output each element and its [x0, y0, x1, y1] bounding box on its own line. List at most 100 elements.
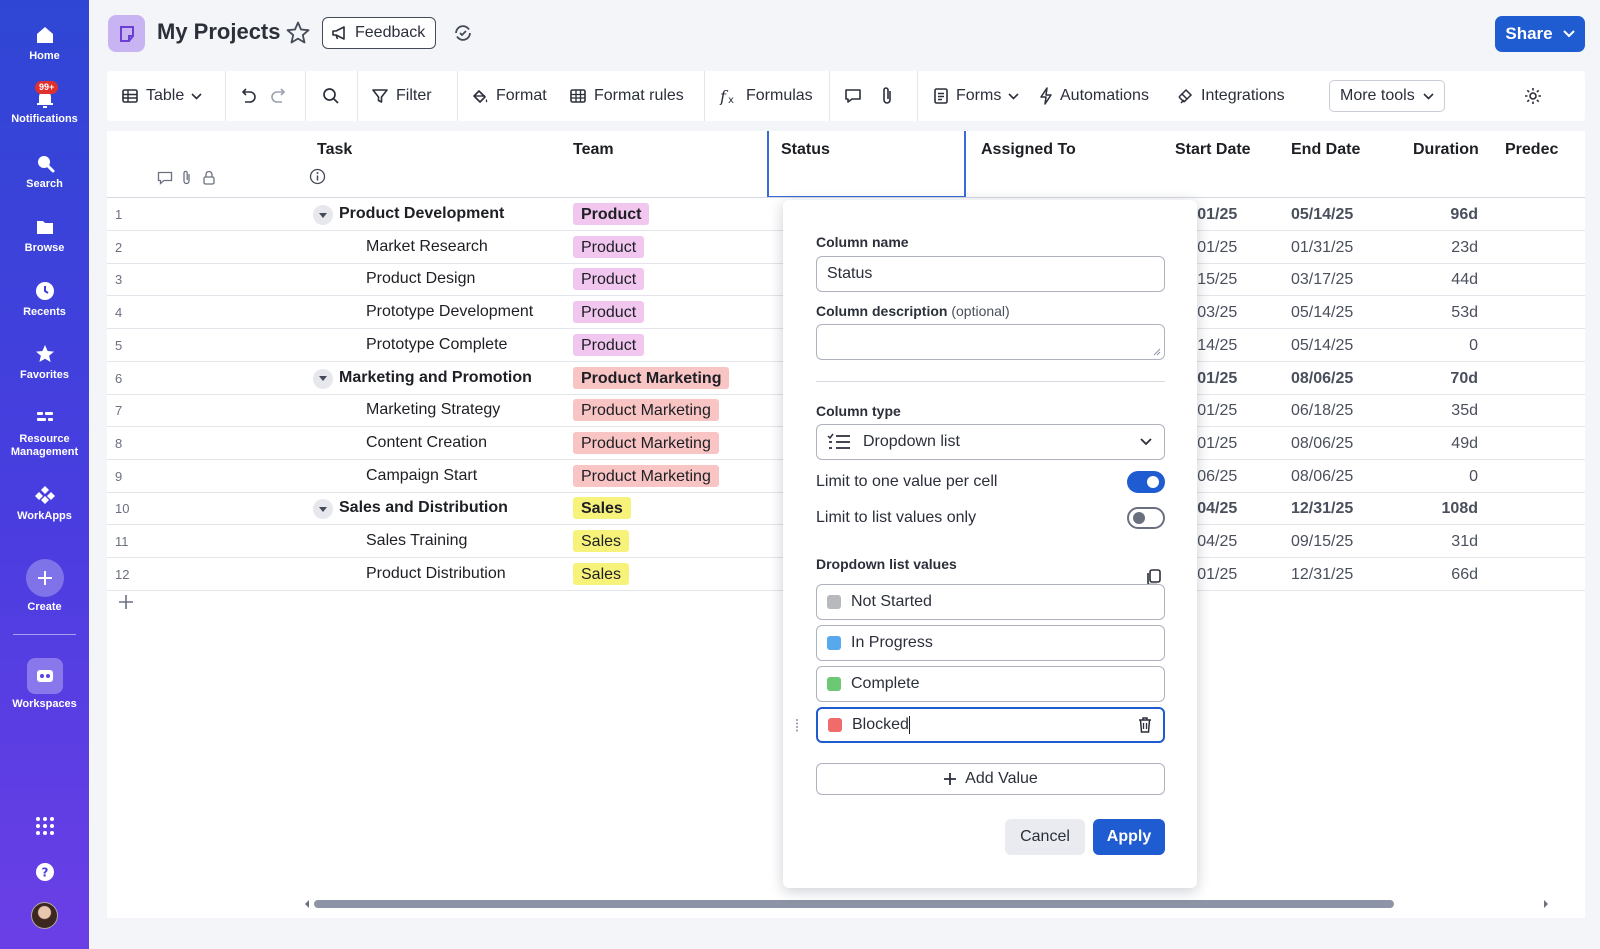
task-cell[interactable]: Content Creation [366, 434, 487, 452]
team-tag[interactable]: Product [573, 301, 645, 324]
scroll-right-arrow-icon[interactable] [1542, 899, 1550, 909]
end-date-cell[interactable]: 12/31/25 [1291, 500, 1353, 518]
team-tag[interactable]: Product Marketing [573, 464, 719, 487]
horizontal-scrollbar[interactable] [314, 900, 1394, 908]
sidebar-item-home[interactable]: Home [0, 24, 89, 63]
info-icon[interactable] [309, 168, 326, 185]
team-tag[interactable]: Product Marketing [573, 431, 719, 454]
format-button[interactable]: Format [471, 71, 547, 121]
team-tag[interactable]: Product Marketing [573, 366, 730, 389]
undo-button[interactable] [238, 71, 258, 121]
sidebar-item-browse[interactable]: Browse [0, 216, 89, 255]
column-header-end-date[interactable]: End Date [1277, 131, 1360, 197]
task-cell[interactable]: Product Design [366, 270, 475, 288]
duration-cell[interactable]: 108d [1442, 500, 1478, 518]
end-date-cell[interactable]: 08/06/25 [1291, 435, 1353, 453]
team-tag[interactable]: Product [573, 333, 645, 356]
duration-cell[interactable]: 44d [1451, 271, 1478, 289]
sidebar-item-workapps[interactable]: WorkApps [0, 484, 89, 523]
duration-cell[interactable]: 31d [1451, 533, 1478, 551]
team-tag[interactable]: Sales [573, 497, 631, 520]
app-launcher-icon[interactable] [35, 816, 55, 836]
task-cell[interactable]: Marketing and Promotion [339, 369, 532, 387]
scroll-left-arrow-icon[interactable] [303, 899, 311, 909]
sidebar-item-search[interactable]: Search [0, 152, 89, 191]
column-name-input[interactable] [816, 256, 1165, 292]
forms-button[interactable]: Forms [933, 71, 1019, 121]
favorite-star-icon[interactable] [285, 20, 311, 46]
column-header-status[interactable]: Status [767, 131, 830, 197]
task-cell[interactable]: Prototype Complete [366, 336, 507, 354]
trash-icon[interactable] [1137, 716, 1153, 734]
redo-button[interactable] [269, 71, 289, 121]
task-cell[interactable]: Sales Training [366, 532, 467, 550]
team-tag[interactable]: Sales [573, 530, 630, 552]
add-value-button[interactable]: Add Value [816, 763, 1165, 795]
end-date-cell[interactable]: 03/17/25 [1291, 271, 1353, 289]
formulas-button[interactable]: fx Formulas [719, 71, 813, 121]
team-tag[interactable]: Sales [573, 562, 630, 585]
apply-button[interactable]: Apply [1093, 819, 1165, 855]
saved-check-icon[interactable] [452, 22, 474, 44]
more-tools-button[interactable]: More tools [1329, 80, 1445, 112]
end-date-cell[interactable]: 08/06/25 [1291, 370, 1353, 388]
color-swatch[interactable] [827, 677, 841, 691]
color-swatch[interactable] [828, 718, 842, 732]
sidebar-item-resource-management[interactable]: Resource Management [0, 407, 89, 459]
cancel-button[interactable]: Cancel [1005, 819, 1085, 855]
sidebar-item-workspaces[interactable]: Workspaces [0, 658, 89, 711]
end-date-cell[interactable]: 05/14/25 [1291, 206, 1353, 224]
column-description-input[interactable] [816, 324, 1165, 360]
task-cell[interactable]: Campaign Start [366, 467, 477, 485]
duration-cell[interactable]: 70d [1450, 370, 1478, 388]
dropdown-value-blocked[interactable]: Blocked [816, 707, 1165, 743]
add-row-icon[interactable] [117, 593, 135, 611]
collapse-caret-icon[interactable] [313, 499, 333, 520]
column-header-predecessors[interactable]: Predec [1491, 131, 1558, 197]
collapse-caret-icon[interactable] [313, 205, 333, 225]
filter-button[interactable]: Filter [371, 71, 432, 121]
duration-cell[interactable]: 66d [1451, 566, 1478, 584]
comments-button[interactable] [844, 71, 862, 121]
column-type-select[interactable]: Dropdown list [816, 424, 1165, 460]
column-header-start-date[interactable]: Start Date [1161, 131, 1251, 197]
collapse-caret-icon[interactable] [313, 368, 333, 389]
column-header-assigned-to[interactable]: Assigned To [967, 131, 1076, 197]
end-date-cell[interactable]: 12/31/25 [1291, 566, 1353, 584]
column-header-team[interactable]: Team [559, 131, 614, 197]
team-tag[interactable]: Product [573, 235, 645, 258]
sidebar-item-recents[interactable]: Recents [0, 280, 89, 319]
end-date-cell[interactable]: 09/15/25 [1291, 533, 1353, 551]
team-tag[interactable]: Product [573, 268, 645, 291]
column-header-duration[interactable]: Duration [1399, 131, 1479, 197]
help-icon[interactable]: ? [35, 862, 55, 882]
format-rules-button[interactable]: Format rules [569, 71, 684, 121]
end-date-cell[interactable]: 08/06/25 [1291, 468, 1353, 486]
settings-button[interactable] [1523, 71, 1543, 121]
duration-cell[interactable]: 53d [1451, 304, 1478, 322]
end-date-cell[interactable]: 05/14/25 [1291, 304, 1353, 322]
column-header-task[interactable]: Task [303, 131, 352, 197]
view-switcher-button[interactable]: Table [121, 71, 202, 121]
duration-cell[interactable]: 23d [1451, 239, 1478, 257]
task-cell[interactable]: Market Research [366, 238, 488, 256]
dropdown-value-in-progress[interactable]: In Progress [816, 625, 1165, 661]
task-cell[interactable]: Sales and Distribution [339, 499, 508, 517]
sidebar-item-notifications[interactable]: 99+ Notifications [0, 81, 89, 126]
task-cell[interactable]: Prototype Development [366, 303, 533, 321]
dropdown-value-not-started[interactable]: Not Started [816, 584, 1165, 620]
duration-cell[interactable]: 0 [1469, 337, 1478, 355]
limit-one-toggle[interactable] [1127, 471, 1165, 493]
share-button[interactable]: Share [1495, 16, 1585, 52]
sidebar-item-create[interactable]: Create [0, 559, 89, 614]
duration-cell[interactable]: 35d [1451, 402, 1478, 420]
duration-cell[interactable]: 49d [1451, 435, 1478, 453]
dropdown-value-complete[interactable]: Complete [816, 666, 1165, 702]
resize-handle-icon[interactable] [1153, 348, 1161, 356]
task-cell[interactable]: Marketing Strategy [366, 401, 500, 419]
feedback-button[interactable]: Feedback [322, 17, 437, 49]
color-swatch[interactable] [827, 595, 841, 609]
team-tag[interactable]: Product [573, 203, 650, 225]
user-avatar[interactable] [31, 902, 58, 929]
color-swatch[interactable] [827, 636, 841, 650]
